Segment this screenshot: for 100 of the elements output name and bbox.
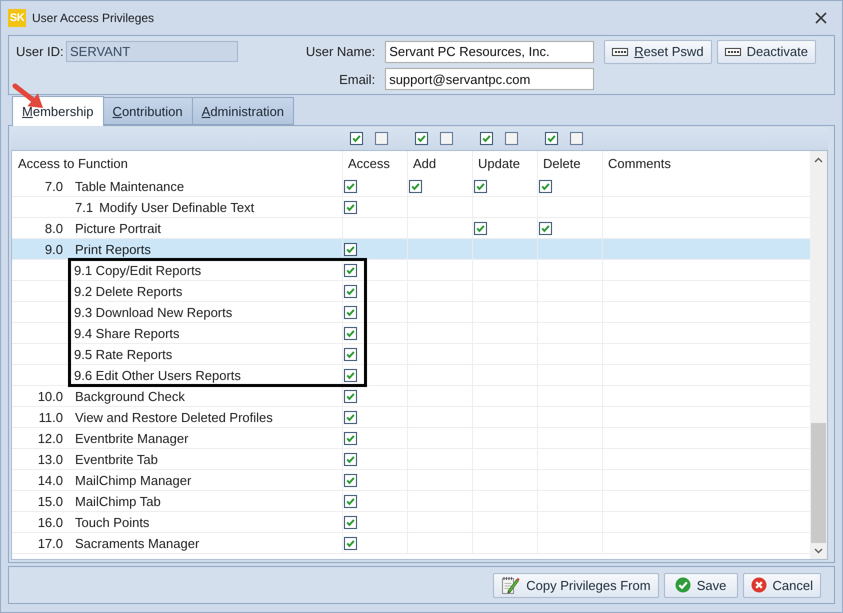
row-number: 12.0	[38, 430, 63, 446]
email-field[interactable]: support@servantpc.com	[385, 68, 594, 90]
checkbox[interactable]	[474, 222, 487, 234]
checkbox[interactable]	[344, 368, 357, 382]
row-label: MailChimp Manager	[75, 472, 192, 488]
row-number: 15.0	[38, 494, 63, 508]
action-button[interactable]: Reset Pswd	[604, 40, 712, 64]
checkbox[interactable]	[344, 390, 357, 402]
checkbox[interactable]	[545, 132, 558, 145]
table-row[interactable]: 16.0 Touch Points	[12, 512, 810, 533]
checkbox[interactable]	[480, 132, 493, 145]
checkbox[interactable]	[344, 242, 357, 256]
table-row[interactable]: 17.0 Sacraments Manager	[12, 533, 810, 554]
checkbox[interactable]	[350, 132, 363, 145]
checkbox[interactable]	[344, 536, 357, 550]
row-label: MailChimp Tab	[75, 494, 161, 508]
row-label: 9.6 Edit Other Users Reports	[74, 368, 241, 382]
checkbox[interactable]	[505, 132, 518, 145]
checkbox[interactable]	[344, 516, 357, 528]
table-row[interactable]: 9.6 Edit Other Users Reports	[12, 365, 810, 386]
row-label: Background Check	[75, 388, 185, 404]
checkbox[interactable]	[344, 348, 357, 360]
footer-button[interactable]: Copy Privileges From	[493, 572, 659, 598]
table-row[interactable]: 9.5 Rate Reports	[12, 344, 810, 365]
field-label: User Name:	[306, 44, 376, 59]
scroll-down-icon[interactable]	[814, 548, 823, 554]
scroll-up-icon[interactable]	[814, 157, 823, 163]
row-label: Modify User Definable Text	[99, 200, 254, 214]
table-row[interactable]: 9.4 Share Reports	[12, 323, 810, 344]
checkbox[interactable]	[344, 452, 357, 466]
checkbox[interactable]	[344, 200, 357, 214]
checkbox[interactable]	[474, 180, 487, 192]
dotted-field-icon	[612, 48, 628, 56]
tab[interactable]: Administration	[192, 97, 294, 125]
app-badge: SK	[8, 8, 26, 26]
checkbox[interactable]	[415, 132, 428, 145]
row-number: 8.0	[44, 220, 63, 236]
tab[interactable]: Contribution	[102, 97, 193, 125]
row-number: 17.0	[38, 536, 63, 550]
action-button[interactable]: Deactivate	[716, 40, 816, 64]
checkbox[interactable]	[440, 132, 453, 145]
dotted-field-icon	[724, 48, 741, 56]
table-row[interactable]: 15.0 MailChimp Tab	[12, 491, 810, 512]
checkbox[interactable]	[409, 180, 422, 192]
x-circle-icon	[750, 577, 767, 593]
window-title: User Access Privileges	[32, 10, 154, 24]
checkbox[interactable]	[344, 494, 357, 508]
row-label: View and Restore Deleted Profiles	[75, 410, 273, 424]
table-row[interactable]: 9.2 Delete Reports	[12, 281, 810, 302]
footer-button[interactable]: Cancel	[742, 572, 821, 598]
checkbox[interactable]	[344, 326, 357, 340]
check-circle-icon	[674, 577, 691, 593]
checkbox[interactable]	[344, 306, 357, 318]
table-row[interactable]: 9.0 Print Reports	[12, 239, 810, 260]
checkbox[interactable]	[344, 284, 357, 298]
table-row[interactable]: 13.0 Eventbrite Tab	[12, 449, 810, 470]
table-row[interactable]: 10.0 Background Check	[12, 386, 810, 407]
checkbox[interactable]	[375, 132, 388, 145]
table-row[interactable]: 9.1 Copy/Edit Reports	[12, 260, 810, 281]
footer-button[interactable]: Save	[664, 572, 738, 598]
row-label: Sacraments Manager	[75, 536, 200, 550]
row-number: 11.0	[38, 410, 63, 424]
checkbox[interactable]	[344, 410, 357, 424]
row-number: 13.0	[38, 452, 63, 466]
column-header: Update	[478, 156, 520, 171]
row-number: 7.0	[44, 178, 63, 194]
checkbox[interactable]	[344, 180, 357, 192]
row-label: 9.4 Share Reports	[74, 326, 180, 340]
checkbox[interactable]	[344, 264, 357, 276]
table-row[interactable]: 7.0 Table Maintenance	[12, 176, 810, 197]
column-header: Delete	[543, 156, 581, 171]
table-row[interactable]: 7.1 Modify User Definable Text	[12, 197, 810, 218]
table-row[interactable]: 11.0 View and Restore Deleted Profiles	[12, 407, 810, 428]
field-label: Email:	[339, 72, 376, 86]
user-name-field[interactable]: Servant PC Resources, Inc.	[385, 40, 594, 62]
row-label: Table Maintenance	[75, 178, 184, 194]
user-id-field[interactable]: SERVANT	[66, 41, 238, 62]
close-icon[interactable]	[815, 12, 827, 24]
field-label: User ID:	[16, 44, 64, 59]
checkbox[interactable]	[570, 132, 583, 145]
row-label: Print Reports	[75, 242, 151, 256]
table-row[interactable]: 9.3 Download New Reports	[12, 302, 810, 323]
row-number: 7.1	[75, 200, 94, 214]
row-label: Eventbrite Manager	[75, 430, 188, 446]
scrollbar-thumb[interactable]	[811, 423, 826, 543]
checkbox[interactable]	[539, 222, 552, 234]
column-header: Access to Function	[18, 156, 128, 171]
row-label: Eventbrite Tab	[75, 452, 158, 466]
column-header: Comments	[608, 156, 671, 171]
table-row[interactable]: 12.0 Eventbrite Manager	[12, 428, 810, 449]
row-number: 14.0	[38, 472, 63, 488]
row-label: 9.1 Copy/Edit Reports	[74, 262, 202, 278]
tab[interactable]: Membership	[12, 96, 104, 126]
row-number: 10.0	[38, 388, 63, 404]
checkbox[interactable]	[344, 474, 357, 486]
notepad-pencil-icon	[501, 575, 520, 595]
checkbox[interactable]	[539, 180, 552, 192]
table-row[interactable]: 14.0 MailChimp Manager	[12, 470, 810, 491]
checkbox[interactable]	[344, 432, 357, 444]
row-number: 16.0	[38, 514, 63, 530]
